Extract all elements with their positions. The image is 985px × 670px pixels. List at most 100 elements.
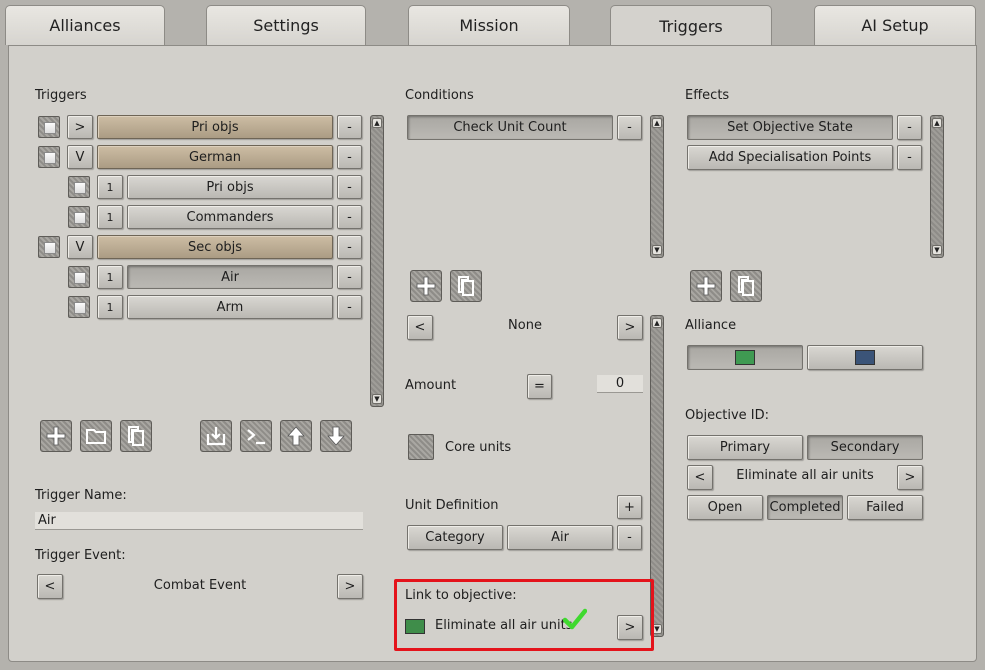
trigger-collapse-button[interactable]: V [67, 235, 93, 259]
trigger-item[interactable]: Commanders [127, 205, 333, 229]
trigger-name-input[interactable]: Air [35, 512, 363, 530]
trigger-remove-button[interactable]: - [337, 115, 362, 139]
prev-condition-type-button[interactable]: < [407, 315, 433, 340]
effect-remove-button[interactable]: - [897, 115, 922, 140]
trigger-order-button[interactable]: 1 [97, 175, 123, 199]
trigger-remove-button[interactable]: - [337, 175, 362, 199]
trigger-item[interactable]: Pri objs [127, 175, 333, 199]
triggers-scrollbar[interactable]: ▲ ▼ [370, 115, 384, 407]
scroll-down-icon[interactable]: ▼ [932, 245, 942, 255]
tab-triggers[interactable]: Triggers [610, 5, 772, 47]
plus-icon [416, 276, 436, 296]
copy-effect-button[interactable] [730, 270, 762, 302]
add-folder-button[interactable] [80, 420, 112, 452]
effects-scrollbar[interactable]: ▲ ▼ [930, 115, 944, 258]
download-icon [206, 427, 226, 446]
trigger-remove-button[interactable]: - [337, 265, 362, 289]
scroll-up-icon[interactable]: ▲ [372, 118, 382, 128]
objective-primary-button[interactable]: Primary [687, 435, 803, 460]
trigger-event-value: Combat Event [153, 578, 247, 593]
next-objective-button[interactable]: > [897, 465, 923, 490]
conditions-scrollbar[interactable]: ▲ ▼ [650, 115, 664, 258]
trigger-checkbox[interactable] [38, 146, 60, 168]
trigger-item-selected[interactable]: Air [127, 265, 333, 289]
copy-condition-button[interactable] [450, 270, 482, 302]
scroll-up-icon[interactable]: ▲ [652, 318, 662, 328]
unit-definition-type-button[interactable]: Category [407, 525, 503, 550]
trigger-group[interactable]: Sec objs [97, 235, 333, 259]
plus-icon [696, 276, 716, 296]
effect-remove-button[interactable]: - [897, 145, 922, 170]
effect-item-selected[interactable]: Set Objective State [687, 115, 893, 140]
condition-remove-button[interactable]: - [617, 115, 642, 140]
trigger-order-button[interactable]: 1 [97, 205, 123, 229]
copy-trigger-button[interactable] [120, 420, 152, 452]
copy-icon [458, 276, 474, 296]
trigger-collapse-button[interactable]: V [67, 145, 93, 169]
alliance-green-button[interactable] [687, 345, 803, 370]
trigger-event-label: Trigger Event: [35, 548, 126, 563]
trigger-checkbox[interactable] [38, 236, 60, 258]
folder-icon [86, 429, 106, 444]
add-effect-button[interactable] [690, 270, 722, 302]
trigger-item[interactable]: Arm [127, 295, 333, 319]
core-units-checkbox[interactable] [408, 434, 434, 460]
add-unit-definition-button[interactable]: + [617, 495, 642, 519]
scroll-up-icon[interactable]: ▲ [652, 118, 662, 128]
amount-input[interactable]: 0 [597, 375, 643, 393]
move-down-button[interactable] [320, 420, 352, 452]
arrow-down-icon [327, 426, 345, 446]
amount-operator-button[interactable]: = [527, 374, 552, 399]
trigger-group[interactable]: German [97, 145, 333, 169]
unit-definition-value-button[interactable]: Air [507, 525, 613, 550]
link-objective-label: Link to objective: [405, 588, 517, 603]
trigger-remove-button[interactable]: - [337, 145, 362, 169]
copy-icon [128, 426, 144, 446]
trigger-remove-button[interactable]: - [337, 295, 362, 319]
remove-unit-definition-button[interactable]: - [617, 525, 642, 550]
select-objective-button[interactable]: > [617, 615, 643, 640]
prev-objective-button[interactable]: < [687, 465, 713, 490]
condition-type-value: None [508, 318, 542, 333]
trigger-expand-button[interactable]: > [67, 115, 93, 139]
scroll-down-icon[interactable]: ▼ [372, 394, 382, 404]
console-button[interactable] [240, 420, 272, 452]
add-condition-button[interactable] [410, 270, 442, 302]
import-button[interactable] [200, 420, 232, 452]
prev-event-button[interactable]: < [37, 574, 63, 599]
trigger-order-button[interactable]: 1 [97, 295, 123, 319]
trigger-remove-button[interactable]: - [337, 205, 362, 229]
next-event-button[interactable]: > [337, 574, 363, 599]
effect-item[interactable]: Add Specialisation Points [687, 145, 893, 170]
move-up-button[interactable] [280, 420, 312, 452]
trigger-checkbox[interactable] [68, 266, 90, 288]
unit-definition-label: Unit Definition [405, 498, 499, 513]
state-failed-button[interactable]: Failed [847, 495, 923, 520]
trigger-checkbox[interactable] [68, 176, 90, 198]
trigger-remove-button[interactable]: - [337, 235, 362, 259]
trigger-order-button[interactable]: 1 [97, 265, 123, 289]
trigger-name-label: Trigger Name: [35, 488, 127, 503]
objective-color-swatch [405, 619, 425, 634]
state-completed-button[interactable]: Completed [767, 495, 843, 520]
trigger-checkbox[interactable] [38, 116, 60, 138]
alliance-blue-button[interactable] [807, 345, 923, 370]
scroll-up-icon[interactable]: ▲ [932, 118, 942, 128]
tab-alliances[interactable]: Alliances [5, 5, 165, 45]
tab-ai-setup[interactable]: AI Setup [814, 5, 976, 45]
trigger-checkbox[interactable] [68, 206, 90, 228]
state-open-button[interactable]: Open [687, 495, 763, 520]
tab-mission[interactable]: Mission [408, 5, 570, 45]
tab-settings[interactable]: Settings [206, 5, 366, 45]
next-condition-type-button[interactable]: > [617, 315, 643, 340]
core-units-label: Core units [445, 440, 512, 455]
amount-label: Amount [405, 378, 457, 393]
trigger-checkbox[interactable] [68, 296, 90, 318]
objective-value: Eliminate all air units [736, 468, 874, 483]
objective-secondary-button[interactable]: Secondary [807, 435, 923, 460]
scroll-down-icon[interactable]: ▼ [652, 245, 662, 255]
add-trigger-button[interactable] [40, 420, 72, 452]
trigger-item[interactable]: Pri objs [97, 115, 333, 139]
alliance-label: Alliance [685, 318, 737, 333]
condition-item-selected[interactable]: Check Unit Count [407, 115, 613, 140]
